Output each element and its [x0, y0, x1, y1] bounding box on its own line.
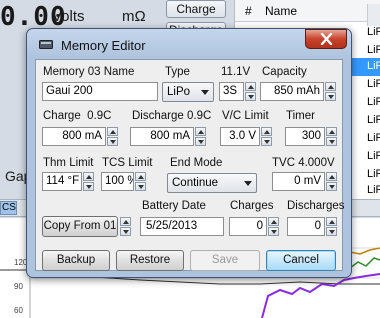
battery-date-label: Battery Date [142, 200, 206, 212]
chevron-down-icon [244, 181, 252, 186]
spin-up-icon[interactable] [195, 127, 206, 136]
restore-button[interactable]: Restore [116, 250, 184, 271]
memory-editor-dialog: Memory Editor Memory 03 Name Gaui 200 Ty… [26, 28, 352, 278]
vc-limit-label: V/C Limit [222, 110, 269, 122]
discharge-current-input[interactable]: 800 mA [130, 127, 194, 146]
tcs-limit-input[interactable]: 100 % [101, 172, 134, 191]
charge-button[interactable]: Charge [166, 0, 226, 18]
spin-up-icon[interactable] [245, 82, 256, 91]
end-mode-label: End Mode [170, 157, 223, 169]
backup-button[interactable]: Backup [42, 250, 110, 271]
copy-from-spinner[interactable] [120, 217, 131, 236]
vc-limit-spinner[interactable] [261, 127, 272, 146]
column-header-num[interactable]: # [245, 4, 252, 18]
spin-down-icon[interactable] [195, 137, 206, 146]
timer-spinner[interactable] [326, 127, 337, 146]
spin-down-icon[interactable] [107, 137, 118, 146]
save-button[interactable]: Save [190, 250, 260, 271]
discharges-label: Discharges [287, 200, 345, 212]
dialog-titlebar[interactable]: Memory Editor [27, 29, 351, 59]
discharge-rate: 0.9C [186, 110, 212, 122]
spin-down-icon[interactable] [135, 182, 146, 191]
tcs-limit-label: TCS Limit [102, 157, 153, 169]
dialog-title: Memory Editor [61, 38, 146, 53]
spin-down-icon[interactable] [326, 137, 337, 146]
charges-input[interactable]: 0 [229, 217, 267, 236]
voltage-label: 11.1V [221, 66, 251, 78]
cells-spinner[interactable] [245, 82, 256, 101]
discharges-input[interactable]: 0 [287, 217, 325, 236]
charge-current-input[interactable]: 800 mA [42, 127, 106, 146]
battery-date-input[interactable]: 5/25/2013 [140, 217, 224, 236]
tvc-label: TVC 4.000V [272, 157, 335, 169]
column-header-type[interactable] [367, 4, 380, 26]
spin-up-icon[interactable] [107, 127, 118, 136]
spin-up-icon[interactable] [120, 217, 131, 226]
spin-up-icon[interactable] [326, 127, 337, 136]
spin-up-icon[interactable] [83, 172, 94, 181]
tcs-limit-spinner[interactable] [135, 172, 146, 191]
charge-rate: 0.9C [87, 110, 112, 122]
copy-from-button[interactable]: Copy From 01 [42, 216, 118, 237]
spin-down-icon[interactable] [326, 227, 337, 236]
discharge-label: Discharge 0.9C [132, 110, 212, 122]
cells-input[interactable]: 3S [219, 82, 244, 101]
close-icon [320, 33, 333, 45]
battery-icon [39, 40, 53, 49]
charge-label: Charge 0.9C [43, 110, 112, 122]
name-input[interactable]: Gaui 200 [42, 82, 158, 101]
charges-spinner[interactable] [268, 217, 279, 236]
name-label: Memory 03 Name [43, 66, 135, 78]
spin-down-icon[interactable] [261, 137, 272, 146]
spin-down-icon[interactable] [83, 182, 94, 191]
spin-up-icon[interactable] [135, 172, 146, 181]
discharges-spinner[interactable] [326, 217, 337, 236]
graph-tick-label: 60 [14, 306, 23, 315]
thm-limit-label: Thm Limit [43, 157, 94, 169]
end-mode-select[interactable]: Continue [167, 173, 257, 193]
spin-down-icon[interactable] [268, 227, 279, 236]
spin-up-icon[interactable] [261, 127, 272, 136]
spin-down-icon[interactable] [245, 92, 256, 101]
dialog-body: Memory 03 Name Gaui 200 Type LiPo 11.1V … [35, 59, 345, 271]
spin-down-icon[interactable] [326, 182, 337, 191]
spin-up-icon[interactable] [326, 217, 337, 226]
vc-limit-input[interactable]: 3.0 V [220, 127, 260, 146]
thm-limit-spinner[interactable] [83, 172, 94, 191]
type-label: Type [165, 66, 190, 78]
charges-label: Charges [230, 200, 274, 212]
thm-limit-input[interactable]: 114 °F [42, 172, 82, 191]
graph-tick-label: 90 [14, 282, 23, 291]
tvc-input[interactable]: 0 mV [272, 172, 325, 191]
charge-current-spinner[interactable] [107, 127, 118, 146]
capacity-input[interactable]: 850 mAh [260, 82, 324, 101]
table-header: # Name [235, 0, 380, 26]
spin-up-icon[interactable] [268, 217, 279, 226]
spin-up-icon[interactable] [325, 82, 336, 91]
column-header-name[interactable]: Name [265, 4, 297, 18]
volts-label: Volts [52, 8, 85, 25]
discharge-current-spinner[interactable] [195, 127, 206, 146]
spin-down-icon[interactable] [325, 92, 336, 101]
capacity-label: Capacity [262, 66, 307, 78]
timer-input[interactable]: 300 [285, 127, 325, 146]
cancel-button[interactable]: Cancel [266, 250, 336, 271]
tvc-spinner[interactable] [326, 172, 337, 191]
close-button[interactable] [305, 29, 347, 49]
resistance-label: mΩ [122, 8, 146, 25]
type-select[interactable]: LiPo [162, 82, 214, 102]
timer-label: Timer [286, 110, 315, 122]
capacity-spinner[interactable] [325, 82, 336, 101]
tab-cs[interactable]: CS [0, 201, 17, 215]
chevron-down-icon [201, 90, 209, 95]
spin-up-icon[interactable] [326, 172, 337, 181]
spin-down-icon[interactable] [120, 227, 131, 236]
